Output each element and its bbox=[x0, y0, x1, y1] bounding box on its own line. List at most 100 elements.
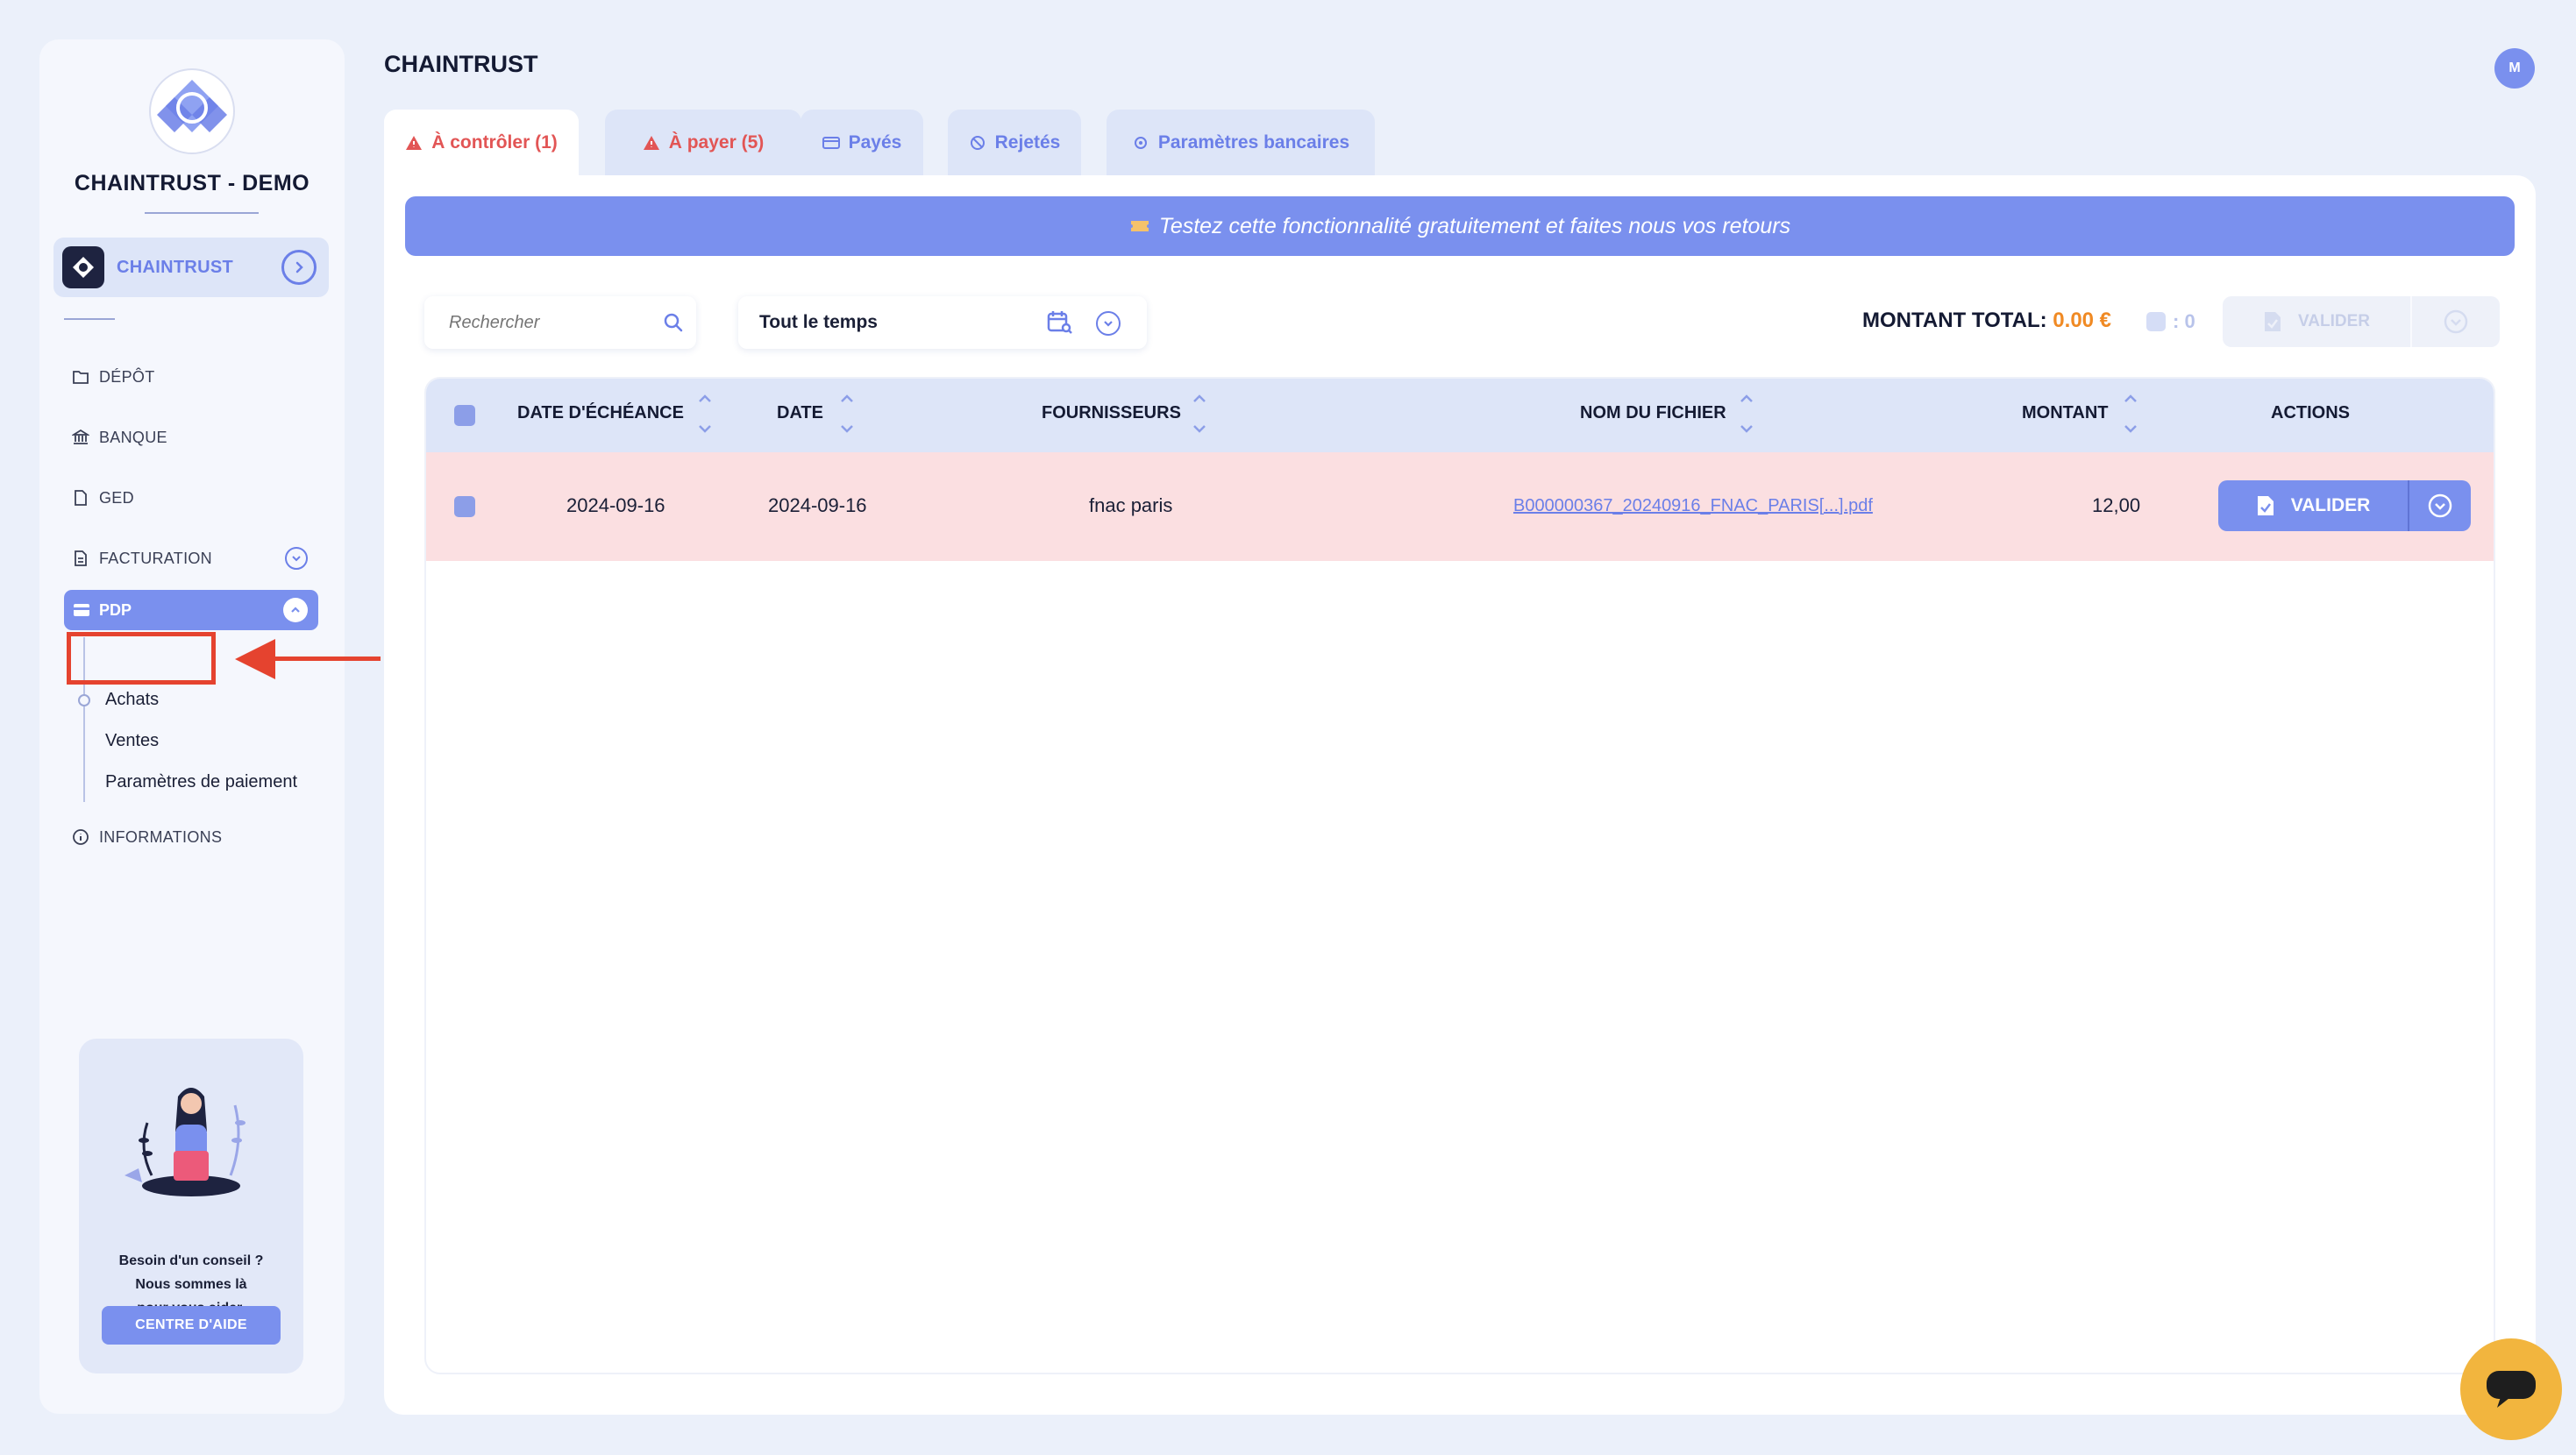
nav-item-ged[interactable]: GED bbox=[71, 482, 134, 514]
total-value: 0.00 € bbox=[2053, 309, 2112, 332]
tab-a-controler[interactable]: À contrôler (1) bbox=[384, 110, 579, 176]
cell-date: 2024-09-16 bbox=[768, 494, 867, 516]
search-input[interactable] bbox=[449, 312, 659, 333]
chat-icon bbox=[2487, 1371, 2536, 1408]
cell-due-date: 2024-09-16 bbox=[566, 494, 665, 516]
info-icon bbox=[71, 827, 90, 847]
nav-item-depot[interactable]: DÉPÔT bbox=[71, 361, 155, 393]
chevron-down-icon bbox=[2444, 309, 2468, 334]
selected-count: : 0 bbox=[2146, 310, 2195, 333]
column-header-file-name[interactable]: NOM DU FICHIER bbox=[1580, 403, 1726, 423]
selected-count-value: : 0 bbox=[2173, 310, 2195, 332]
tab-label: À contrôler (1) bbox=[431, 132, 558, 153]
sort-icon[interactable] bbox=[2122, 389, 2139, 440]
cell-amount: 12,00 bbox=[2092, 494, 2141, 516]
gear-icon bbox=[1134, 137, 1147, 149]
avatar[interactable]: M bbox=[2494, 48, 2535, 89]
invoice-icon bbox=[71, 549, 90, 568]
organization-name: CHAINTRUST bbox=[117, 257, 233, 277]
feedback-banner: Testez cette fonctionnalité gratuitement… bbox=[405, 196, 2515, 256]
chevron-down-icon[interactable] bbox=[1096, 311, 1121, 336]
ticket-icon bbox=[1130, 221, 1149, 231]
row-validate-button[interactable]: VALIDER bbox=[2218, 480, 2409, 531]
chat-button[interactable] bbox=[2460, 1338, 2562, 1440]
tab-label: À payer (5) bbox=[668, 132, 765, 153]
row-checkbox[interactable] bbox=[454, 496, 475, 517]
warning-icon bbox=[406, 136, 423, 150]
nav-label: GED bbox=[99, 488, 134, 507]
chevron-down-icon bbox=[2428, 493, 2452, 518]
organization-switcher[interactable]: CHAINTRUST bbox=[53, 238, 329, 297]
table-header: DATE D'ÉCHÉANCE DATE FOURNISSEURS NOM DU… bbox=[426, 379, 2494, 452]
column-header-due-date[interactable]: DATE D'ÉCHÉANCE bbox=[517, 403, 684, 423]
nav-item-banque[interactable]: BANQUE bbox=[71, 422, 167, 453]
total-amount: MONTANT TOTAL: 0.00 € bbox=[1862, 309, 2111, 333]
annotation-arrow-line bbox=[272, 657, 381, 661]
help-center-button[interactable]: CENTRE D'AIDE bbox=[102, 1306, 281, 1345]
period-value: Tout le temps bbox=[759, 312, 878, 332]
column-header-amount[interactable]: MONTANT bbox=[2022, 403, 2109, 423]
document-icon bbox=[71, 488, 90, 507]
folder-icon bbox=[71, 367, 90, 387]
search-icon[interactable] bbox=[663, 312, 684, 337]
sort-icon[interactable] bbox=[1191, 389, 1208, 440]
document-check-icon bbox=[2265, 312, 2281, 331]
period-select[interactable]: Tout le temps bbox=[738, 296, 1147, 349]
nav-label: BANQUE bbox=[99, 428, 167, 446]
validate-options-button[interactable] bbox=[2412, 296, 2500, 347]
calendar-search-icon[interactable] bbox=[1047, 310, 1073, 340]
table-row[interactable]: 2024-09-16 2024-09-16 fnac paris B000000… bbox=[426, 452, 2494, 561]
row-validate-options-button[interactable] bbox=[2409, 480, 2471, 531]
row-validate-label: VALIDER bbox=[2290, 495, 2371, 515]
column-header-actions: ACTIONS bbox=[2271, 403, 2350, 422]
help-card: Besoin d'un conseil ? Nous sommes là pou… bbox=[79, 1039, 303, 1373]
validate-button[interactable]: VALIDER bbox=[2223, 296, 2412, 347]
nav-item-facturation[interactable]: FACTURATION bbox=[71, 543, 212, 574]
bulk-validate-button[interactable]: VALIDER bbox=[2223, 296, 2500, 347]
blocked-icon bbox=[970, 136, 985, 150]
annotation-highlight-box bbox=[67, 632, 216, 685]
row-validate-split-button[interactable]: VALIDER bbox=[2218, 480, 2471, 531]
person-illustration-icon bbox=[125, 1088, 246, 1196]
document-check-icon bbox=[2257, 496, 2274, 515]
validate-label: VALIDER bbox=[2298, 312, 2370, 330]
tab-label: Payés bbox=[848, 132, 902, 153]
annotation-arrow-icon bbox=[235, 639, 275, 679]
banner-text: Testez cette fonctionnalité gratuitement… bbox=[1158, 213, 1791, 238]
active-indicator-icon bbox=[78, 694, 90, 706]
tab-a-payer[interactable]: À payer (5) bbox=[605, 110, 801, 176]
sidebar: CHAINTRUST - DEMO CHAINTRUST DÉPÔT BANQU… bbox=[39, 39, 345, 1414]
page-title: CHAINTRUST bbox=[384, 51, 538, 77]
column-header-date[interactable]: DATE bbox=[777, 403, 823, 423]
bank-icon bbox=[71, 428, 90, 447]
divider bbox=[64, 318, 115, 320]
search-box[interactable] bbox=[424, 296, 696, 349]
sort-icon[interactable] bbox=[696, 389, 714, 440]
chevron-down-icon[interactable] bbox=[285, 547, 308, 570]
sort-icon[interactable] bbox=[838, 389, 856, 440]
chevron-right-icon[interactable] bbox=[281, 250, 317, 285]
nav-label: DÉPÔT bbox=[99, 367, 155, 386]
select-all-checkbox[interactable] bbox=[454, 405, 475, 426]
company-name: CHAINTRUST - DEMO bbox=[74, 171, 310, 195]
cell-file-link[interactable]: B000000367_20240916_FNAC_PARIS[...].pdf bbox=[1513, 496, 1873, 516]
organization-logo-icon bbox=[62, 246, 104, 288]
card-icon bbox=[73, 603, 90, 617]
tab-parametres-bancaires[interactable]: Paramètres bancaires bbox=[1107, 110, 1375, 176]
submenu-item-ventes[interactable]: Ventes bbox=[105, 731, 159, 751]
chevron-up-icon[interactable] bbox=[283, 598, 308, 622]
column-header-suppliers[interactable]: FOURNISSEURS bbox=[1042, 403, 1181, 423]
tab-payes[interactable]: Payés bbox=[801, 110, 923, 176]
tab-rejetes[interactable]: Rejetés bbox=[948, 110, 1081, 176]
submenu-item-parametres-paiement[interactable]: Paramètres de paiement bbox=[105, 772, 297, 792]
nav-item-pdp[interactable]: PDP bbox=[64, 590, 318, 630]
warning-icon bbox=[643, 136, 659, 150]
sort-icon[interactable] bbox=[1738, 389, 1755, 440]
nav-label: PDP bbox=[99, 600, 132, 619]
divider bbox=[145, 212, 259, 214]
invoices-table: DATE D'ÉCHÉANCE DATE FOURNISSEURS NOM DU… bbox=[424, 377, 2495, 1374]
payment-icon bbox=[822, 137, 840, 149]
company-logo[interactable] bbox=[148, 67, 236, 155]
submenu-item-achats[interactable]: Achats bbox=[105, 690, 159, 710]
nav-item-informations[interactable]: INFORMATIONS bbox=[71, 821, 222, 853]
